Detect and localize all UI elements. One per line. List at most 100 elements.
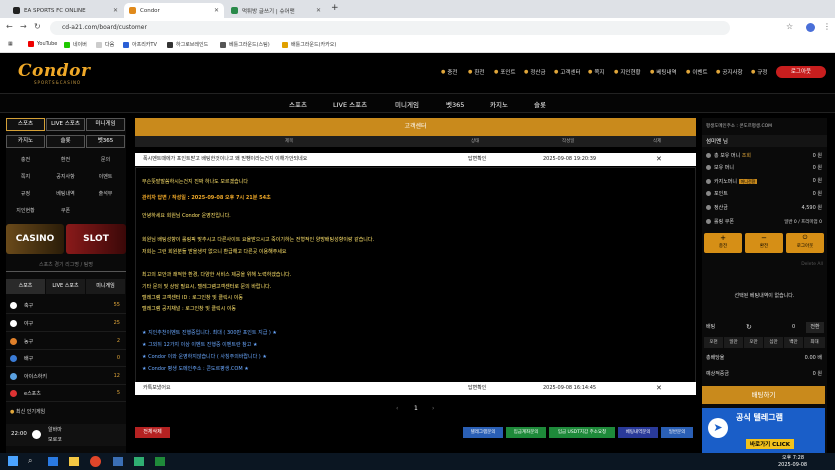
top-nav-withdraw[interactable]: ● 환전 bbox=[468, 68, 485, 76]
profile-avatar[interactable] bbox=[806, 23, 815, 32]
prev-page-icon[interactable]: ‹ bbox=[396, 405, 398, 412]
main-nav-sports[interactable]: 스포츠 bbox=[289, 99, 307, 109]
logout-panel-button[interactable]: ⏻ 로그아웃 bbox=[786, 233, 824, 253]
top-nav-event[interactable]: ● 이벤트 bbox=[686, 68, 708, 76]
top-nav-settlement[interactable]: ● 정산금 bbox=[524, 68, 546, 76]
menu-message[interactable]: 쪽지 bbox=[6, 170, 45, 185]
chip-1000000[interactable]: 백만 bbox=[784, 337, 803, 348]
withdraw-button[interactable]: − 환전 bbox=[745, 233, 783, 253]
bookmark-star-icon[interactable]: ☆ bbox=[786, 22, 793, 31]
popular-match-row[interactable]: 22:00 알바마 모로코 bbox=[6, 424, 126, 446]
bet-convert-button[interactable]: 전환 bbox=[806, 322, 824, 333]
search-icon[interactable]: ⌕ bbox=[28, 456, 32, 466]
windows-start-icon[interactable] bbox=[8, 456, 18, 466]
deposit-account-inquiry-button[interactable]: 입금계좌문의 bbox=[506, 427, 546, 438]
new-tab-button[interactable]: + bbox=[331, 3, 339, 13]
chip-10000[interactable]: 일만 bbox=[724, 337, 743, 348]
url-input[interactable]: cd-a21.com/board/customer bbox=[50, 21, 730, 35]
menu-charge[interactable]: 충전 bbox=[6, 153, 45, 168]
bet-history-inquiry-button[interactable]: 베팅내역문의 bbox=[618, 427, 658, 438]
telegram-inquiry-button[interactable]: 텔레그램문의 bbox=[463, 427, 503, 438]
sport-search-input[interactable]: 스포츠 경기 리그명 / 팀명 bbox=[6, 259, 126, 272]
usdt-wallet-request-button[interactable]: 입금 USDT지갑 주소요청 bbox=[549, 427, 615, 438]
grid-sports[interactable]: 스포츠 bbox=[6, 118, 45, 131]
sport-tab-sports[interactable]: 스포츠 bbox=[6, 279, 45, 294]
grid-live-sports[interactable]: LIVE 스포츠 bbox=[46, 118, 85, 131]
chip-max[interactable]: 최대 bbox=[804, 337, 825, 348]
delete-icon[interactable]: ✕ bbox=[656, 382, 662, 395]
chip-5000[interactable]: 오천 bbox=[704, 337, 723, 348]
app-icon[interactable] bbox=[155, 457, 165, 466]
grid-slot[interactable]: 슬롯 bbox=[46, 135, 85, 148]
table-row[interactable]: 폭시벤트때에가 포인트받고 배팅한것이나고 왜 믿뺑이라는건지 이해가안되네요 … bbox=[135, 153, 696, 166]
top-nav-charge[interactable]: ● 충전 bbox=[441, 68, 458, 76]
general-inquiry-button[interactable]: 일반문의 bbox=[661, 427, 693, 438]
telegram-banner[interactable]: ➤ 공식 텔레그램 바로가기 CLICK bbox=[702, 408, 825, 453]
table-row[interactable]: 카톡보냈어요 답변확인 2025-09-08 16:14:45 ✕ bbox=[135, 382, 696, 395]
top-nav-notice[interactable]: ● 공지사항 bbox=[716, 68, 743, 76]
app-icon[interactable] bbox=[134, 457, 144, 466]
menu-coupon[interactable]: 쿠폰 bbox=[46, 204, 85, 219]
grid-minigame[interactable]: 미니게임 bbox=[86, 118, 125, 131]
file-explorer-icon[interactable] bbox=[69, 457, 79, 466]
main-nav-bet365[interactable]: 벳365 bbox=[446, 99, 464, 109]
menu-withdraw[interactable]: 환전 bbox=[46, 153, 85, 168]
tab-close-icon[interactable]: ✕ bbox=[113, 7, 118, 14]
sport-row-volleyball[interactable]: 배구 0 bbox=[6, 351, 126, 367]
casino-banner[interactable]: CASINO bbox=[6, 224, 64, 254]
top-nav-message[interactable]: ● 쪽지 bbox=[588, 68, 605, 76]
next-page-icon[interactable]: › bbox=[432, 405, 434, 412]
bookmark-item[interactable]: 베틀그라운드(스팀) bbox=[220, 41, 270, 48]
grid-casino[interactable]: 카지노 bbox=[6, 135, 45, 148]
top-nav-referral[interactable]: ● 지인현황 bbox=[614, 68, 641, 76]
bookmark-item[interactable]: 하그로브레인드 bbox=[167, 41, 208, 48]
reload-icon[interactable]: ↻ bbox=[34, 22, 41, 31]
telegram-cta[interactable]: 바로가기 CLICK bbox=[746, 439, 795, 449]
delete-all-button[interactable]: 전체삭제 bbox=[135, 427, 170, 438]
browser-tab[interactable]: EA SPORTS FC ONLINE ✕ bbox=[8, 3, 123, 18]
menu-notice[interactable]: 공지사항 bbox=[46, 170, 85, 185]
bookmark-item[interactable]: 네이버 bbox=[64, 41, 87, 48]
menu-inquiry[interactable]: 문의 bbox=[86, 153, 125, 168]
tab-close-icon[interactable]: ✕ bbox=[214, 7, 219, 14]
edge-icon[interactable] bbox=[48, 457, 58, 466]
sport-row-hockey[interactable]: 아이스하키 12 bbox=[6, 369, 126, 385]
slot-banner[interactable]: SLOT bbox=[66, 224, 126, 254]
charge-button[interactable]: + 충전 bbox=[704, 233, 742, 253]
sport-row-esports[interactable]: e스포츠 5 bbox=[6, 386, 126, 402]
browser-tab-active[interactable]: Condor ✕ bbox=[124, 3, 224, 18]
menu-event[interactable]: 이벤트 bbox=[86, 170, 125, 185]
delete-icon[interactable]: ✕ bbox=[656, 153, 662, 166]
money-convert-button[interactable]: 머니전환 bbox=[738, 179, 758, 184]
menu-referral[interactable]: 지인현황 bbox=[6, 204, 45, 219]
bookmark-item[interactable]: YouTube bbox=[28, 41, 57, 47]
browser-tab[interactable]: 먹튀방 글쓰기 | 슈어맨 ✕ bbox=[226, 3, 326, 18]
main-nav-minigame[interactable]: 미니게임 bbox=[395, 99, 419, 109]
menu-bet-history[interactable]: 베팅내역 bbox=[46, 187, 85, 202]
refresh-icon[interactable]: ↻ bbox=[746, 322, 752, 333]
top-nav-rules[interactable]: ● 규정 bbox=[751, 68, 768, 76]
main-nav-casino[interactable]: 카지노 bbox=[490, 99, 508, 109]
logout-button[interactable]: 로그아웃 bbox=[776, 66, 826, 78]
bookmark-item[interactable]: 배틀그라운드(카카오) bbox=[282, 41, 336, 48]
menu-icon[interactable]: ⋮ bbox=[823, 22, 831, 31]
sport-row-basketball[interactable]: 농구 2 bbox=[6, 334, 126, 350]
main-nav-live-sports[interactable]: LIVE 스포츠 bbox=[333, 99, 367, 109]
bet-amount-input[interactable]: 0 bbox=[792, 322, 795, 333]
sport-tab-minigame[interactable]: 미니게임 bbox=[86, 279, 125, 294]
apps-icon[interactable]: ▦ bbox=[8, 41, 13, 47]
main-nav-slot[interactable]: 슬롯 bbox=[534, 99, 546, 109]
site-logo[interactable]: Condor bbox=[18, 61, 90, 81]
tab-close-icon[interactable]: ✕ bbox=[316, 7, 321, 14]
check-badge[interactable]: 조회 bbox=[742, 153, 751, 159]
top-nav-point[interactable]: ● 포인트 bbox=[494, 68, 516, 76]
forward-icon[interactable]: → bbox=[20, 22, 27, 31]
delete-all-bets[interactable]: Delete All bbox=[801, 262, 823, 267]
menu-rules[interactable]: 규정 bbox=[6, 187, 45, 202]
chip-100000[interactable]: 십만 bbox=[764, 337, 783, 348]
bookmark-item[interactable]: 아프리카TV bbox=[123, 41, 157, 48]
page-number[interactable]: 1 bbox=[414, 405, 418, 412]
sport-row-soccer[interactable]: 축구 55 bbox=[6, 298, 126, 314]
menu-attendance[interactable]: 출석부 bbox=[86, 187, 125, 202]
place-bet-button[interactable]: 배팅하기 bbox=[702, 386, 825, 404]
